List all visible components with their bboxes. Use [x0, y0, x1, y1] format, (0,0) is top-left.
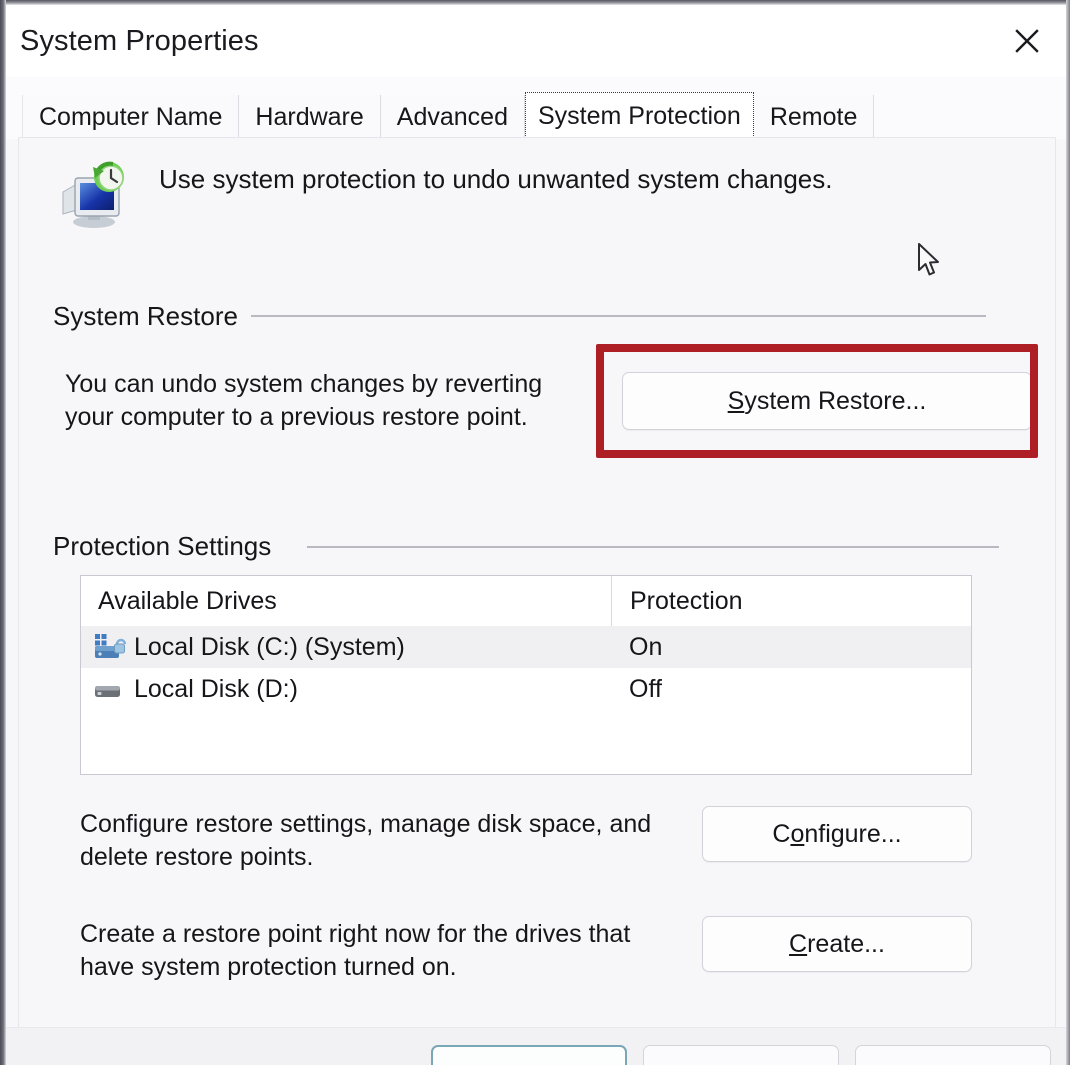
protection-settings-group-label: Protection Settings: [53, 531, 272, 561]
highlight-annotation-system-restore: [596, 344, 1038, 458]
system-restore-description-line1: You can undo system changes by reverting: [65, 370, 543, 398]
tab-remote[interactable]: Remote: [753, 95, 875, 139]
configure-button-label: Configure...: [772, 820, 901, 849]
drive-icon: [94, 675, 128, 703]
table-row[interactable]: Local Disk (C:) (System) On: [81, 626, 971, 668]
system-restore-monitor-icon: [57, 158, 131, 232]
tab-strip: Computer Name Hardware Advanced System P…: [6, 77, 1066, 140]
drive-name-label: Local Disk (C:) (System): [134, 632, 405, 661]
label-rest: nfigure...: [804, 819, 902, 848]
apply-button[interactable]: [855, 1045, 1051, 1065]
column-header-available-drives: Available Drives: [98, 586, 277, 615]
table-row[interactable]: Local Disk (D:) Off: [81, 668, 971, 710]
window-edge-right: [1066, 0, 1070, 1065]
tab-label: Hardware: [255, 102, 364, 131]
create-description-line1: Create a restore point right now for the…: [80, 920, 631, 948]
tab-computer-name[interactable]: Computer Name: [22, 95, 240, 139]
configure-description-line2: delete restore points.: [80, 843, 314, 871]
system-restore-group-rule: [251, 315, 986, 317]
system-protection-description: Use system protection to undo unwanted s…: [159, 164, 833, 194]
tab-advanced[interactable]: Advanced: [380, 95, 525, 139]
configure-description-line1: Configure restore settings, manage disk …: [80, 810, 652, 838]
system-restore-description: You can undo system changes by reverting…: [65, 368, 585, 434]
tab-hardware[interactable]: Hardware: [239, 95, 381, 139]
system-restore-description-line2: your computer to a previous restore poin…: [65, 403, 528, 431]
window-title: System Properties: [20, 25, 259, 57]
tab-label: System Protection: [537, 101, 741, 130]
label-pre: C: [772, 819, 791, 848]
cancel-button[interactable]: [643, 1045, 839, 1065]
create-button[interactable]: Create...: [702, 916, 972, 972]
create-description: Create a restore point right now for the…: [80, 918, 700, 984]
system-properties-window: System Properties Computer Name Hardware…: [0, 0, 1070, 1065]
title-bar: System Properties: [6, 5, 1066, 77]
drive-name-cell: Local Disk (C:) (System): [81, 633, 611, 662]
configure-description: Configure restore settings, manage disk …: [80, 808, 700, 874]
accel-char: o: [790, 819, 805, 848]
ok-button[interactable]: [431, 1045, 627, 1065]
drive-protection-cell: Off: [629, 674, 662, 703]
accel-char: C: [789, 929, 808, 958]
create-button-label: Create...: [789, 930, 885, 959]
close-button[interactable]: [990, 5, 1064, 77]
tab-list: Computer Name Hardware Advanced System P…: [22, 92, 875, 140]
system-drive-icon: [94, 633, 128, 661]
close-icon: [1010, 24, 1044, 58]
create-description-line2: have system protection turned on.: [80, 953, 457, 981]
label-rest: reate...: [807, 929, 885, 958]
tab-label: Computer Name: [39, 102, 223, 131]
configure-button[interactable]: Configure...: [702, 806, 972, 862]
dialog-footer: [6, 1027, 1066, 1065]
drive-list-header: Available Drives Protection: [81, 576, 971, 626]
tab-label: Advanced: [396, 102, 508, 131]
window-edge-left: [0, 0, 6, 1065]
tab-label: Remote: [769, 102, 858, 131]
tab-system-protection[interactable]: System Protection: [524, 92, 754, 140]
drive-name-cell: Local Disk (D:): [81, 675, 611, 704]
drive-name-label: Local Disk (D:): [134, 674, 298, 703]
available-drives-list[interactable]: Available Drives Protection Local Disk (…: [80, 575, 972, 775]
column-header-protection: Protection: [611, 576, 743, 626]
system-restore-group-label: System Restore: [53, 301, 238, 331]
drive-protection-cell: On: [629, 632, 663, 661]
protection-settings-group-rule: [307, 546, 999, 548]
